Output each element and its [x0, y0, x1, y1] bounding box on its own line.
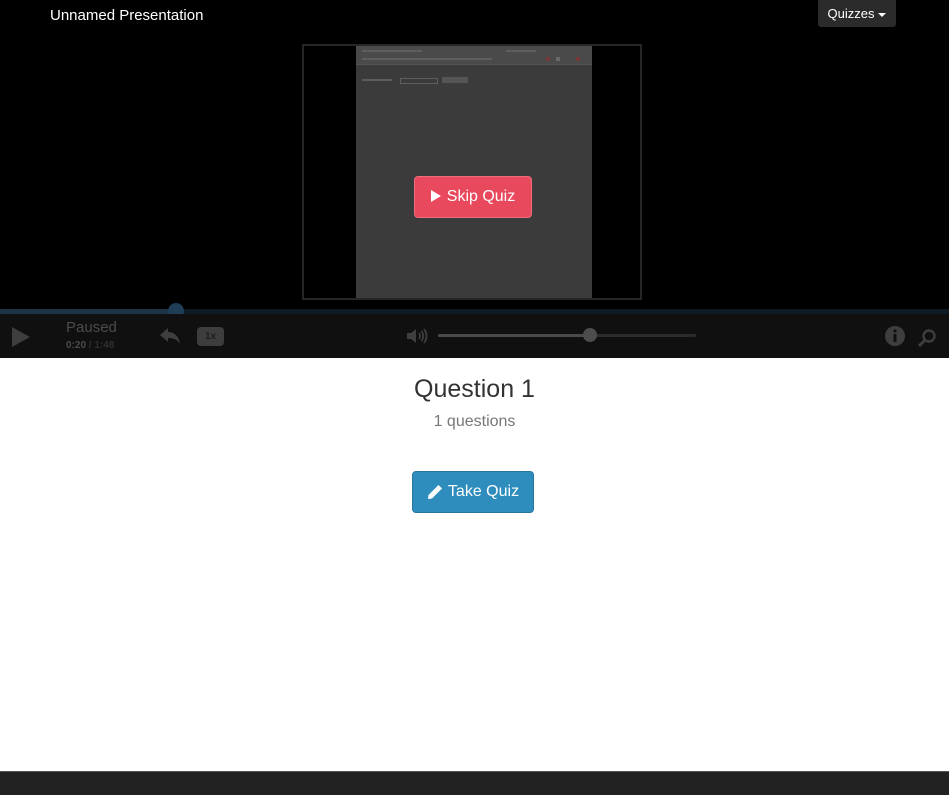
- playback-speed-button[interactable]: 1x: [197, 327, 224, 346]
- take-quiz-button[interactable]: Take Quiz: [412, 471, 534, 513]
- video-screenshot: [356, 46, 592, 298]
- video-frame[interactable]: [302, 44, 642, 300]
- volume-fill: [438, 334, 590, 337]
- skip-quiz-button[interactable]: Skip Quiz: [414, 176, 532, 218]
- pencil-icon: [427, 485, 442, 499]
- play-icon: [430, 190, 441, 202]
- caret-down-icon: [878, 12, 887, 17]
- screen-browser-toolbar: [356, 46, 592, 65]
- time-separator: /: [88, 340, 92, 351]
- footer: [0, 771, 949, 795]
- play-icon[interactable]: [12, 327, 30, 347]
- screen-field: [400, 78, 438, 84]
- screen-button: [442, 77, 468, 83]
- quiz-title: Question 1: [414, 375, 535, 403]
- time-current: 0:20: [66, 340, 87, 351]
- time-total: 1:48: [94, 340, 115, 351]
- screen-label: [362, 79, 392, 81]
- quizzes-label: Quizzes: [827, 6, 875, 21]
- presentation-title: Unnamed Presentation: [50, 7, 204, 24]
- reply-arrow-icon[interactable]: [158, 326, 182, 346]
- question-count: 1 questions: [433, 413, 516, 430]
- take-quiz-label: Take Quiz: [447, 483, 520, 500]
- volume-icon[interactable]: [405, 326, 429, 346]
- control-bar: Paused 0:20 / 1:48 1x: [0, 314, 949, 358]
- volume-handle[interactable]: [583, 328, 597, 342]
- skip-quiz-label: Skip Quiz: [446, 188, 516, 205]
- playback-status: Paused: [66, 319, 117, 336]
- info-icon[interactable]: [884, 325, 906, 347]
- video-player: Unnamed Presentation Quizzes Skip Quiz P…: [0, 0, 949, 358]
- volume-slider[interactable]: [438, 328, 696, 342]
- quizzes-dropdown-button[interactable]: Quizzes: [818, 0, 896, 27]
- time-display: 0:20 / 1:48: [66, 340, 114, 351]
- search-icon[interactable]: [917, 328, 937, 348]
